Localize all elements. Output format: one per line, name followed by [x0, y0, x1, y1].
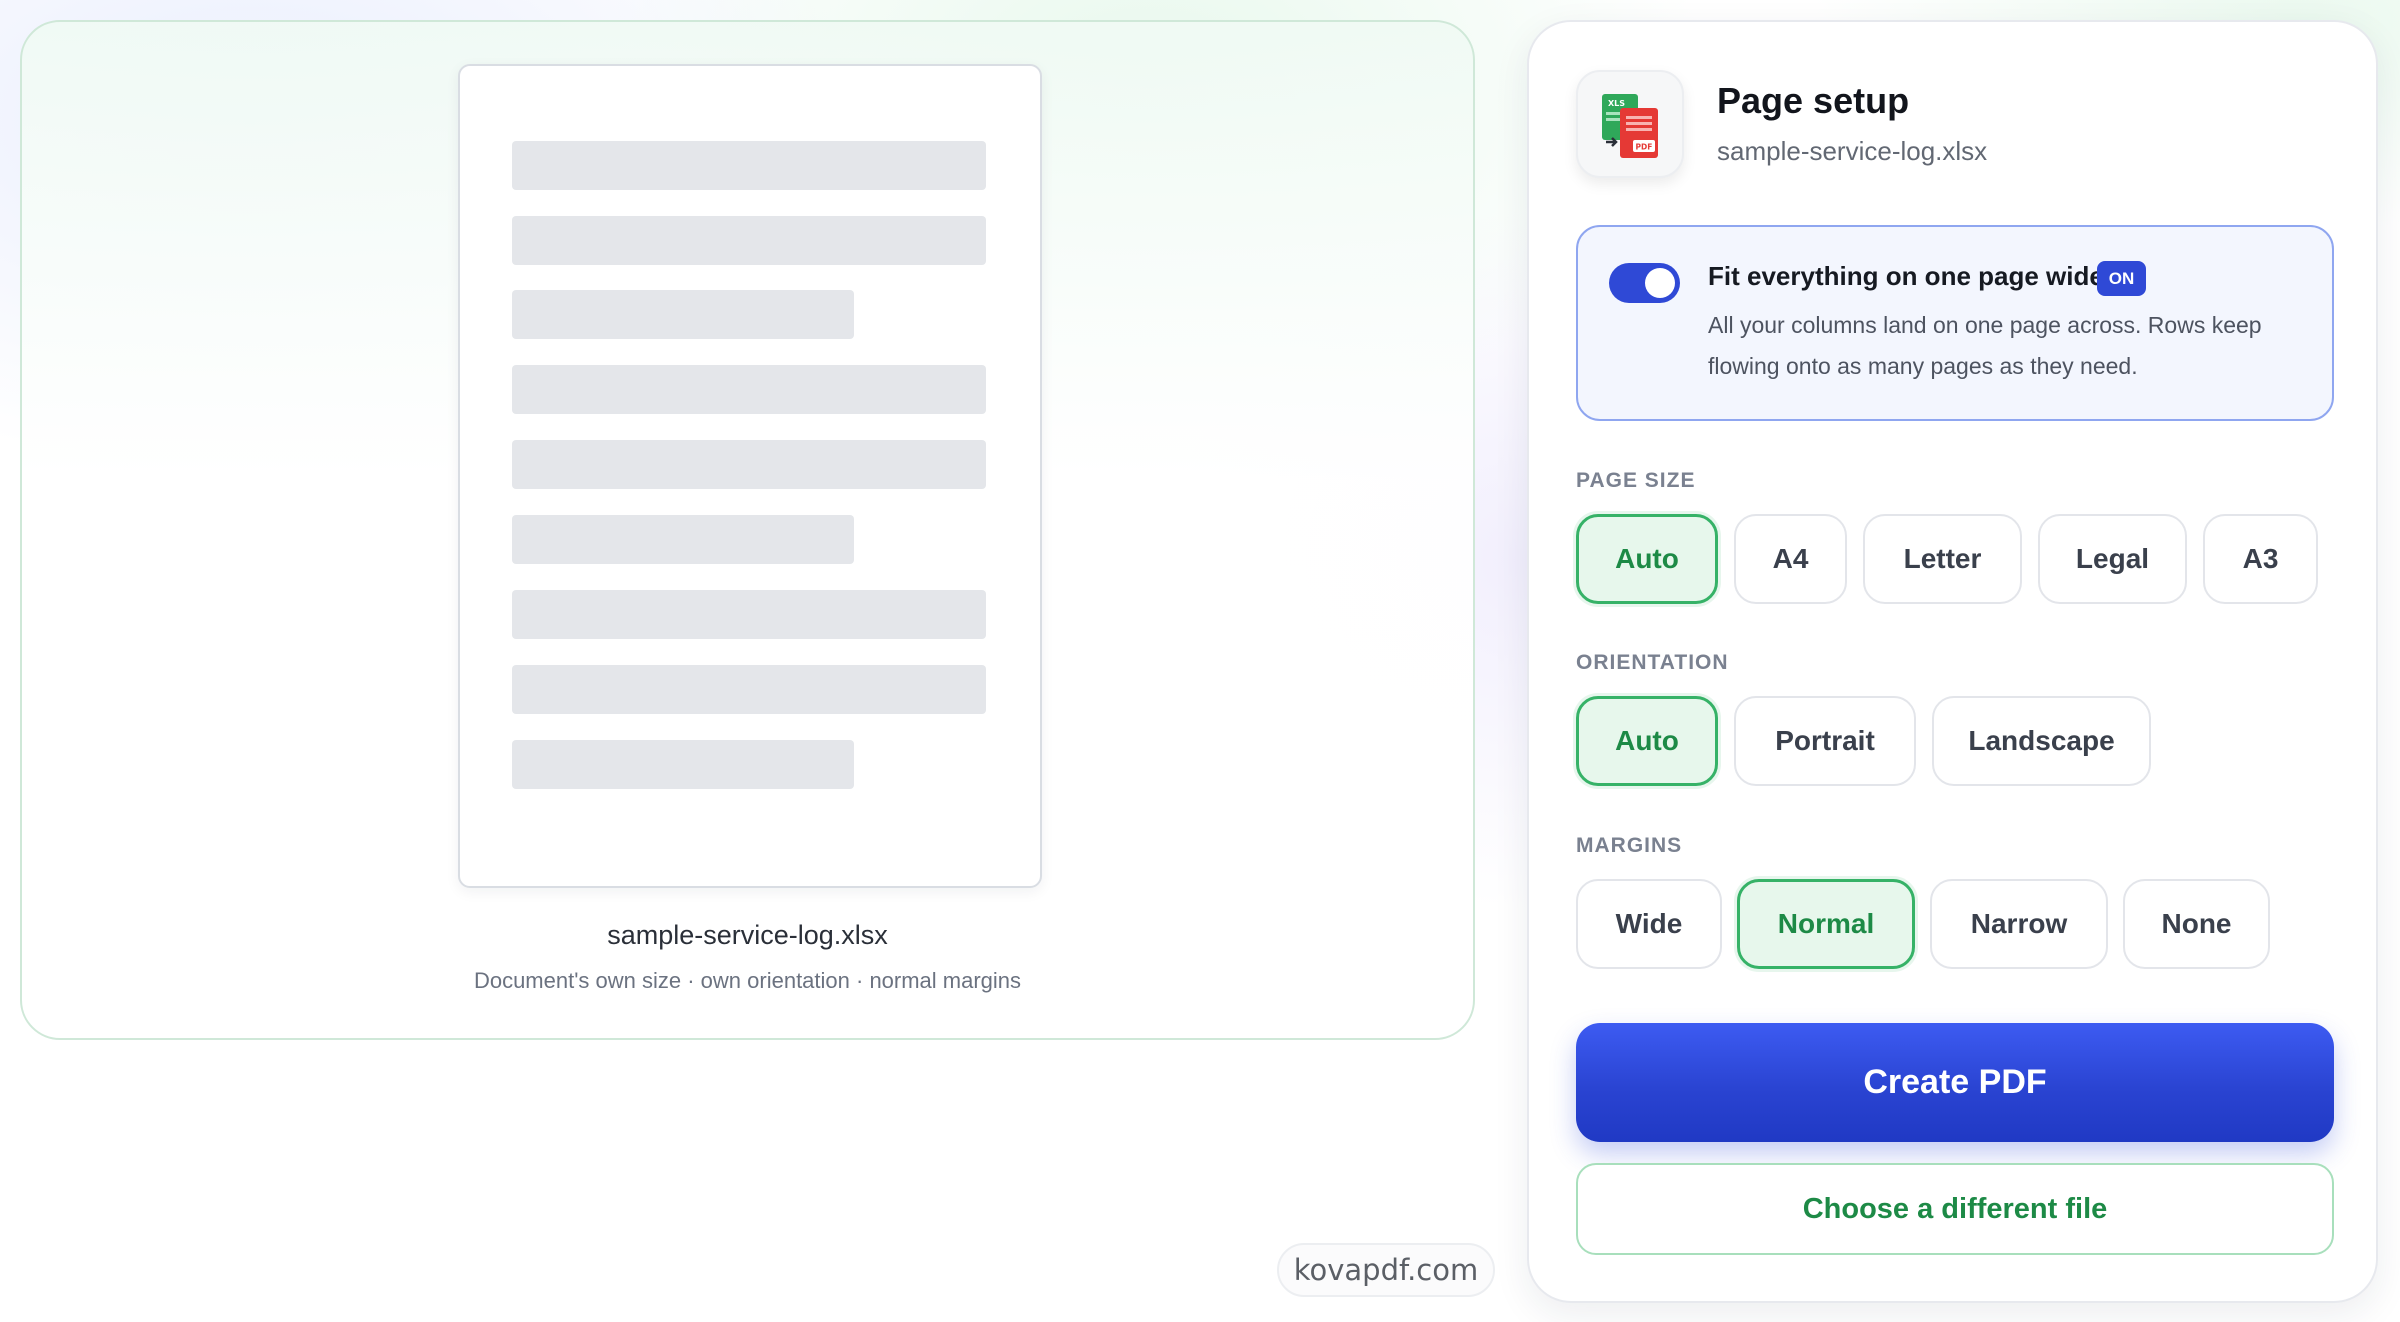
- preview-placeholder-line: [512, 440, 986, 489]
- preview-settings-summary: Document's own size · own orientation · …: [473, 968, 1022, 993]
- document-preview-page: [458, 64, 1042, 888]
- page-size-legal-button[interactable]: Legal: [2038, 514, 2187, 604]
- svg-text:XLS: XLS: [1608, 99, 1625, 108]
- page-size-label: PAGE SIZE: [1576, 469, 1696, 492]
- page-size-letter-button[interactable]: Letter: [1863, 514, 2022, 604]
- margins-narrow-button[interactable]: Narrow: [1930, 879, 2108, 969]
- preview-placeholder-line: [512, 740, 854, 789]
- preview-panel: sample-service-log.xlsx Document's own s…: [20, 20, 1475, 1040]
- panel-title: Page setup: [1717, 80, 1910, 121]
- xls-to-pdf-icon: XLS PDF: [1576, 70, 1684, 178]
- status-badge: ON: [2097, 261, 2146, 296]
- fit-one-page-wide-option: Fit everything on one page wide ON All y…: [1576, 225, 2334, 421]
- preview-placeholder-line: [512, 141, 986, 190]
- preview-placeholder-line: [512, 590, 986, 639]
- preview-placeholder-line: [512, 365, 986, 414]
- margins-none-button[interactable]: None: [2123, 879, 2270, 969]
- preview-placeholder-line: [512, 665, 986, 714]
- orientation-portrait-button[interactable]: Portrait: [1734, 696, 1916, 786]
- fit-option-title: Fit everything on one page wide: [1708, 261, 2104, 291]
- page-setup-panel: XLS PDF Page setup sample-service-log.xl…: [1527, 20, 2378, 1303]
- page-size-auto-button[interactable]: Auto: [1576, 514, 1718, 604]
- site-watermark: kovapdf.com: [1277, 1243, 1495, 1297]
- preview-placeholder-line: [512, 515, 854, 564]
- orientation-label: ORIENTATION: [1576, 651, 1729, 674]
- panel-filename: sample-service-log.xlsx: [1717, 136, 1988, 166]
- preview-placeholder-line: [512, 216, 986, 265]
- page-size-a4-button[interactable]: A4: [1734, 514, 1847, 604]
- choose-different-file-button[interactable]: Choose a different file: [1576, 1163, 2334, 1255]
- preview-placeholder-line: [512, 290, 854, 339]
- svg-text:PDF: PDF: [1636, 143, 1653, 152]
- create-pdf-button[interactable]: Create PDF: [1576, 1023, 2334, 1142]
- page-size-a3-button[interactable]: A3: [2203, 514, 2318, 604]
- margins-label: MARGINS: [1576, 834, 1683, 857]
- preview-filename: sample-service-log.xlsx: [607, 920, 888, 950]
- margins-wide-button[interactable]: Wide: [1576, 879, 1722, 969]
- margins-normal-button[interactable]: Normal: [1737, 879, 1915, 969]
- orientation-landscape-button[interactable]: Landscape: [1932, 696, 2151, 786]
- toggle-knob: [1645, 268, 1675, 298]
- orientation-auto-button[interactable]: Auto: [1576, 696, 1718, 786]
- fit-option-description: All your columns land on one page across…: [1708, 312, 2262, 379]
- fit-one-page-wide-toggle[interactable]: [1609, 263, 1680, 303]
